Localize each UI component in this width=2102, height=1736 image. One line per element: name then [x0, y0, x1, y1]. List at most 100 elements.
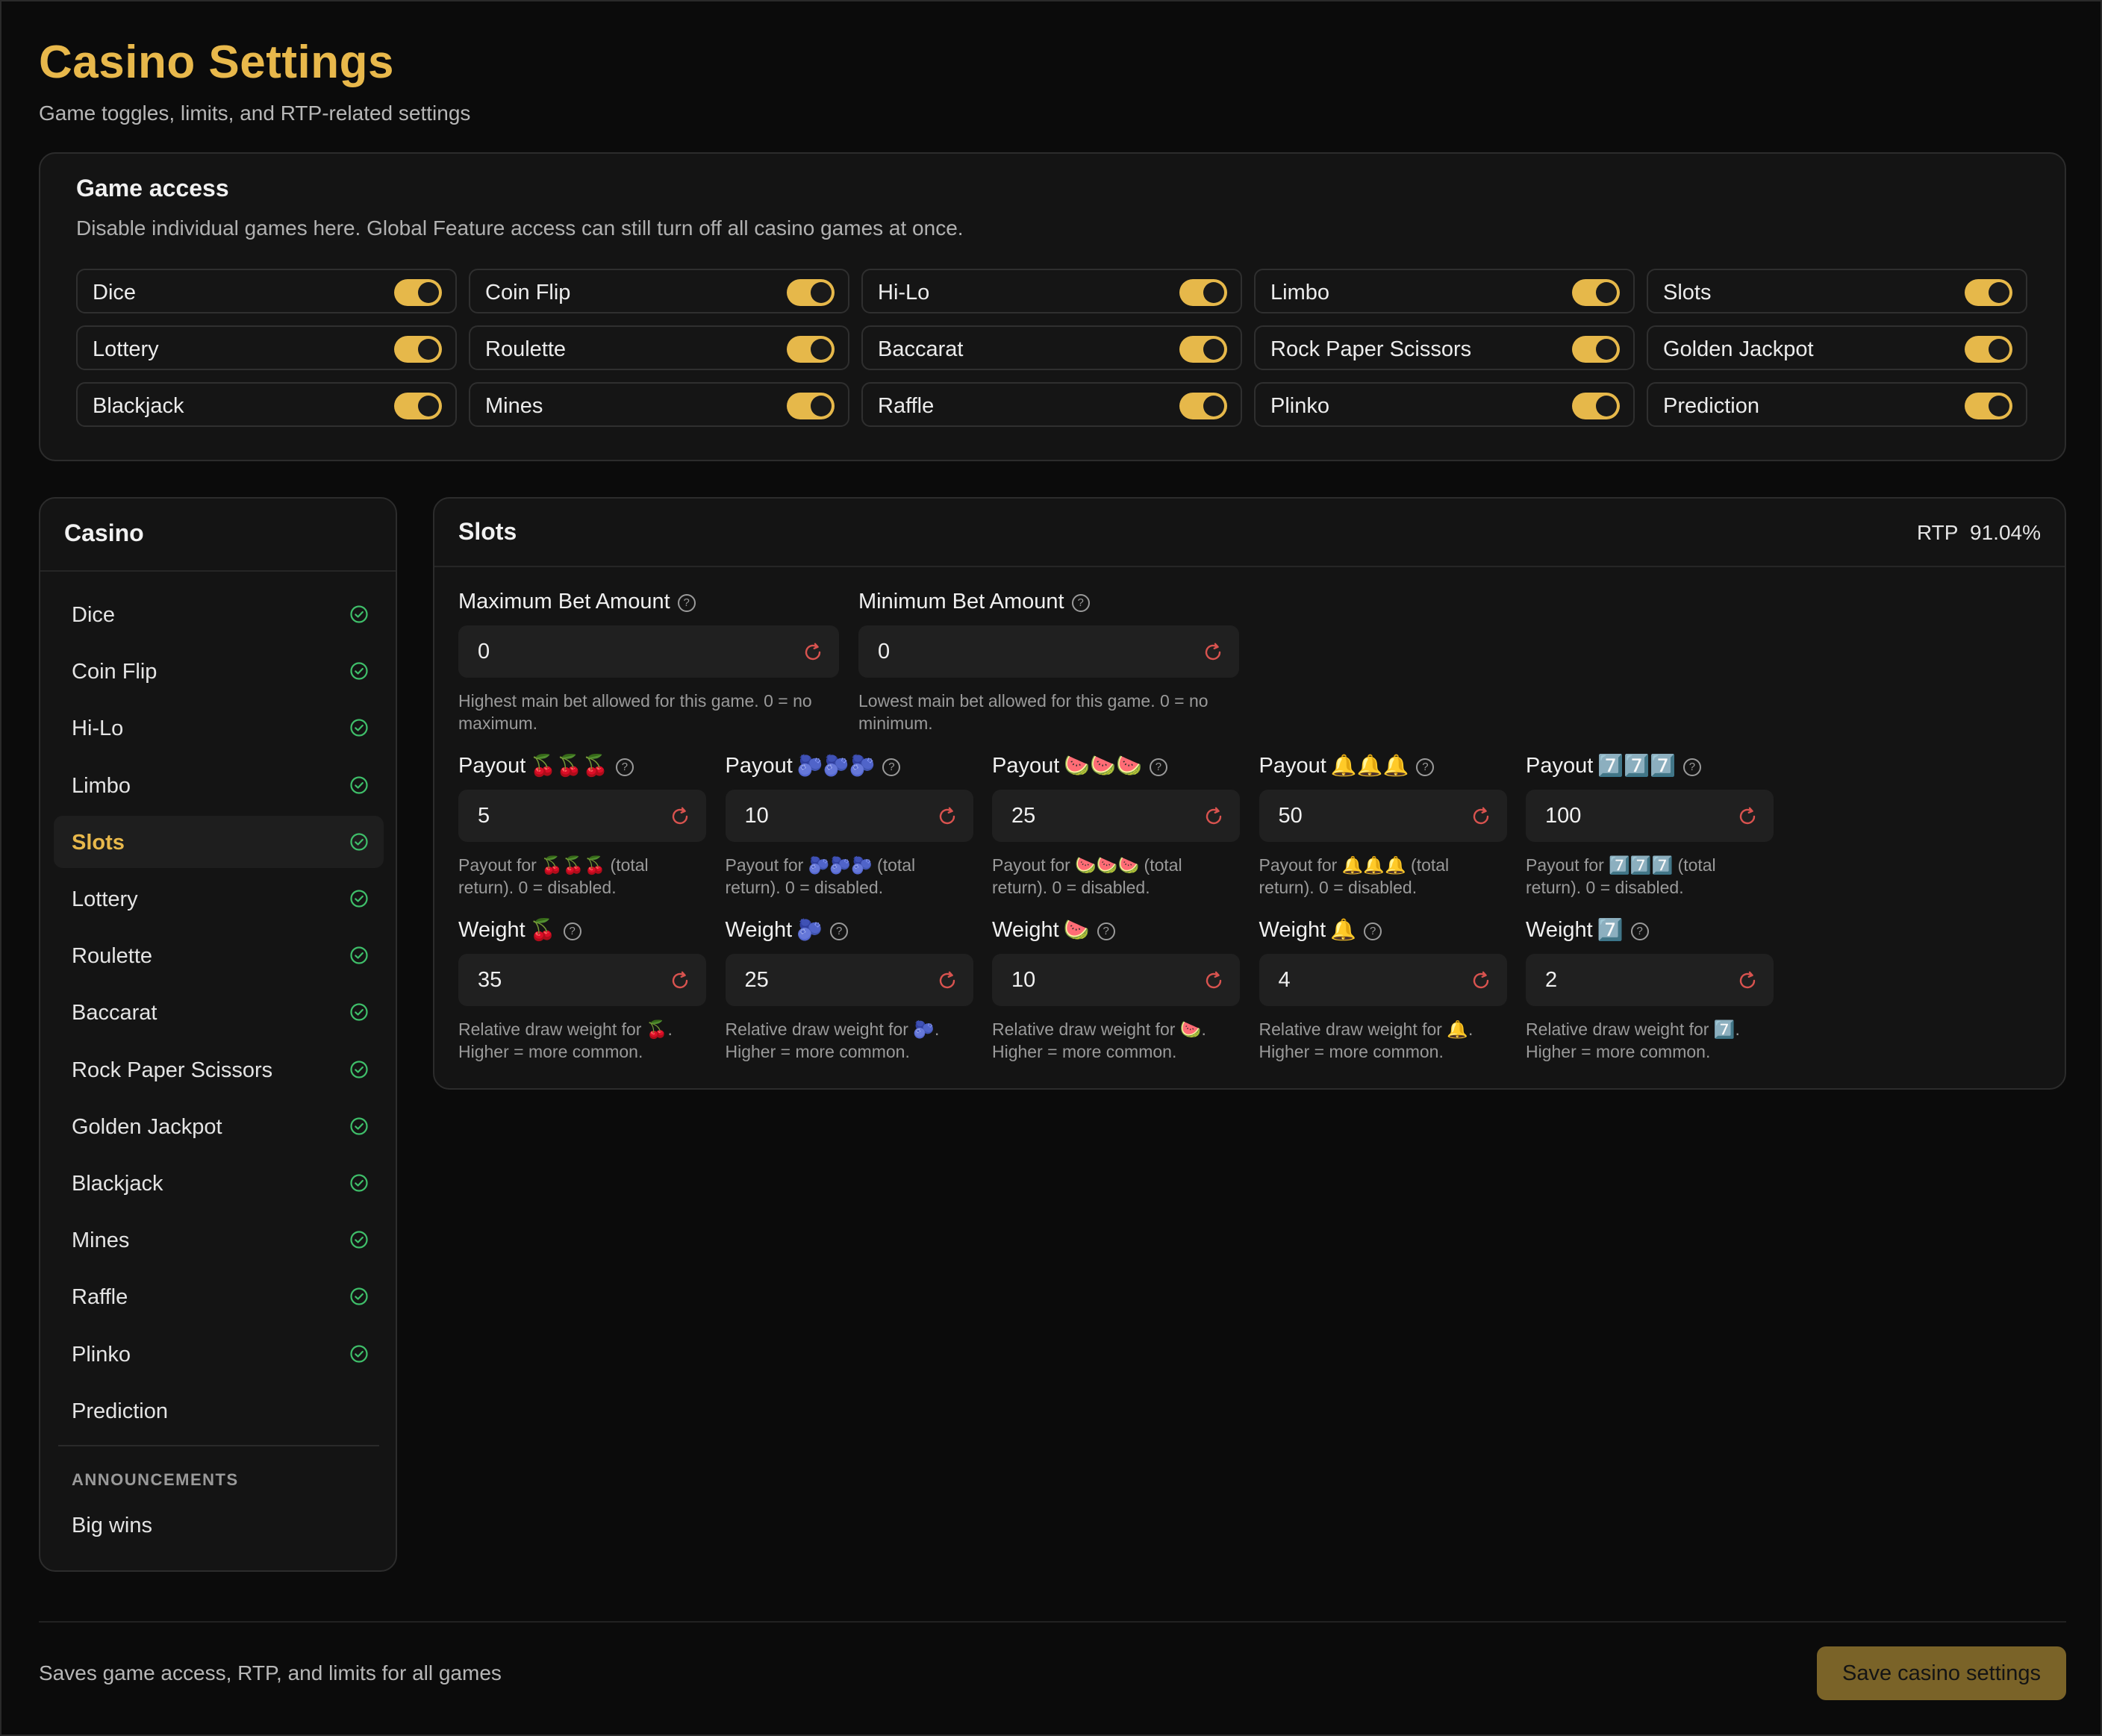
- help-icon[interactable]: ?: [677, 594, 696, 612]
- input-box: [858, 625, 1239, 678]
- sidebar-item-label: Lottery: [72, 887, 138, 911]
- sidebar-item-rock-paper-scissors[interactable]: Rock Paper Scissors: [54, 1043, 384, 1096]
- sidebar-item-hi-lo[interactable]: Hi-Lo: [54, 702, 384, 754]
- symbol-emoji: 7️⃣: [1597, 918, 1624, 941]
- help-icon[interactable]: ?: [563, 922, 581, 940]
- check-circle-icon: [350, 775, 368, 794]
- panel-title: Slots: [458, 518, 517, 545]
- sidebar-item-slots[interactable]: Slots: [54, 815, 384, 868]
- toggle-switch[interactable]: [1179, 393, 1227, 419]
- sidebar-item-label: Raffle: [72, 1285, 128, 1310]
- field-label-text: Weight: [458, 918, 526, 942]
- sidebar-item-golden-jackpot[interactable]: Golden Jackpot: [54, 1100, 384, 1152]
- save-casino-settings-button[interactable]: Save casino settings: [1817, 1646, 2066, 1700]
- sidebar-item-limbo[interactable]: Limbo: [54, 759, 384, 811]
- toggle-switch[interactable]: [787, 336, 835, 363]
- game-toggle-dice: Dice: [76, 269, 457, 313]
- reset-icon[interactable]: [1470, 805, 1492, 828]
- game-toggle-lottery: Lottery: [76, 325, 457, 370]
- check-circle-icon: [350, 946, 368, 964]
- check-circle-icon: [350, 719, 368, 737]
- sidebar-item-blackjack[interactable]: Blackjack: [54, 1157, 384, 1209]
- toggle-knob: [1203, 339, 1224, 360]
- reset-icon[interactable]: [936, 805, 958, 828]
- toggle-switch[interactable]: [1965, 393, 2012, 419]
- sidebar-item-label: Slots: [72, 830, 125, 855]
- field-label: Weight 7️⃣?: [1526, 915, 1774, 945]
- symbol-emoji: 🍉: [1063, 918, 1090, 941]
- game-toggle-mines: Mines: [469, 382, 849, 427]
- toggle-switch[interactable]: [394, 336, 442, 363]
- help-icon[interactable]: ?: [1149, 758, 1167, 776]
- field-label: Payout 7️⃣7️⃣7️⃣?: [1526, 751, 1774, 781]
- field-label-text: Payout: [1259, 754, 1326, 778]
- sidebar-item-big-wins[interactable]: Big wins: [54, 1499, 384, 1551]
- sidebar-item-label: Dice: [72, 603, 116, 627]
- reset-icon[interactable]: [1203, 970, 1225, 992]
- help-icon[interactable]: ?: [1416, 758, 1435, 776]
- symbol-emoji: 🫐: [796, 918, 823, 941]
- field-help-text: Payout for 7️⃣7️⃣7️⃣ (total return). 0 =…: [1526, 855, 1716, 897]
- field-label: Weight 🔔?: [1259, 915, 1507, 945]
- sidebar-item-plinko[interactable]: Plinko: [54, 1328, 384, 1380]
- check-circle-icon: [350, 605, 368, 623]
- reset-icon[interactable]: [669, 805, 691, 828]
- toggle-switch[interactable]: [1179, 336, 1227, 363]
- sidebar-item-dice[interactable]: Dice: [54, 588, 384, 640]
- sidebar-item-roulette[interactable]: Roulette: [54, 929, 384, 981]
- toggle-switch[interactable]: [1179, 279, 1227, 306]
- help-icon[interactable]: ?: [882, 758, 901, 776]
- sidebar-item-label: Hi-Lo: [72, 716, 124, 741]
- sidebar-item-label: Plinko: [72, 1342, 131, 1367]
- sidebar-item-lottery[interactable]: Lottery: [54, 872, 384, 925]
- field-help-text: Relative draw weight for 🔔. Higher = mor…: [1259, 1020, 1473, 1061]
- toggle-switch[interactable]: [787, 393, 835, 419]
- game-toggle-roulette: Roulette: [469, 325, 849, 370]
- help-icon[interactable]: ?: [1364, 922, 1382, 940]
- reset-icon[interactable]: [936, 970, 958, 992]
- reset-icon[interactable]: [1470, 970, 1492, 992]
- field-help-text: Highest main bet allowed for this game. …: [458, 691, 812, 733]
- toggle-switch[interactable]: [1965, 336, 2012, 363]
- toggle-switch[interactable]: [1572, 279, 1620, 306]
- sidebar-item-raffle[interactable]: Raffle: [54, 1270, 384, 1323]
- reset-icon[interactable]: [1736, 805, 1759, 828]
- toggle-knob: [418, 396, 439, 416]
- reset-icon[interactable]: [1203, 805, 1225, 828]
- reset-icon[interactable]: [802, 641, 824, 664]
- help-icon[interactable]: ?: [1630, 922, 1649, 940]
- toggle-switch[interactable]: [787, 279, 835, 306]
- number-input[interactable]: [458, 625, 839, 678]
- sidebar-item-prediction[interactable]: Prediction: [54, 1384, 384, 1437]
- help-icon[interactable]: ?: [830, 922, 849, 940]
- toggle-switch[interactable]: [394, 279, 442, 306]
- reset-icon[interactable]: [1202, 641, 1224, 664]
- weight-field: Weight🍒? Relative draw weight for 🍒. High…: [458, 915, 706, 1063]
- game-toggle-label: Roulette: [485, 337, 567, 361]
- toggle-switch[interactable]: [394, 393, 442, 419]
- symbol-emoji: 🔔: [1330, 918, 1357, 941]
- toggle-switch[interactable]: [1572, 393, 1620, 419]
- reset-icon[interactable]: [669, 970, 691, 992]
- game-toggle-label: Plinko: [1270, 394, 1329, 418]
- reset-icon[interactable]: [1736, 970, 1759, 992]
- input-box: [458, 954, 706, 1006]
- input-box: [1526, 954, 1774, 1006]
- game-toggle-blackjack: Blackjack: [76, 382, 457, 427]
- number-input[interactable]: [858, 625, 1239, 678]
- toggle-switch[interactable]: [1572, 336, 1620, 363]
- sidebar-item-baccarat[interactable]: Baccarat: [54, 986, 384, 1038]
- toggle-knob: [1203, 396, 1224, 416]
- help-icon[interactable]: ?: [1071, 594, 1090, 612]
- sidebar-item-mines[interactable]: Mines: [54, 1214, 384, 1266]
- field-help-text: Lowest main bet allowed for this game. 0…: [858, 691, 1209, 733]
- toggle-switch[interactable]: [1965, 279, 2012, 306]
- help-icon[interactable]: ?: [615, 758, 634, 776]
- field-label: Payout 🫐🫐🫐?: [726, 751, 973, 781]
- help-icon[interactable]: ?: [1097, 922, 1115, 940]
- check-circle-icon: [350, 1344, 368, 1363]
- sidebar-item-coin-flip[interactable]: Coin Flip: [54, 645, 384, 697]
- toggle-knob: [811, 396, 832, 416]
- sidebar-item-label: Baccarat: [72, 1001, 158, 1025]
- help-icon[interactable]: ?: [1682, 758, 1701, 776]
